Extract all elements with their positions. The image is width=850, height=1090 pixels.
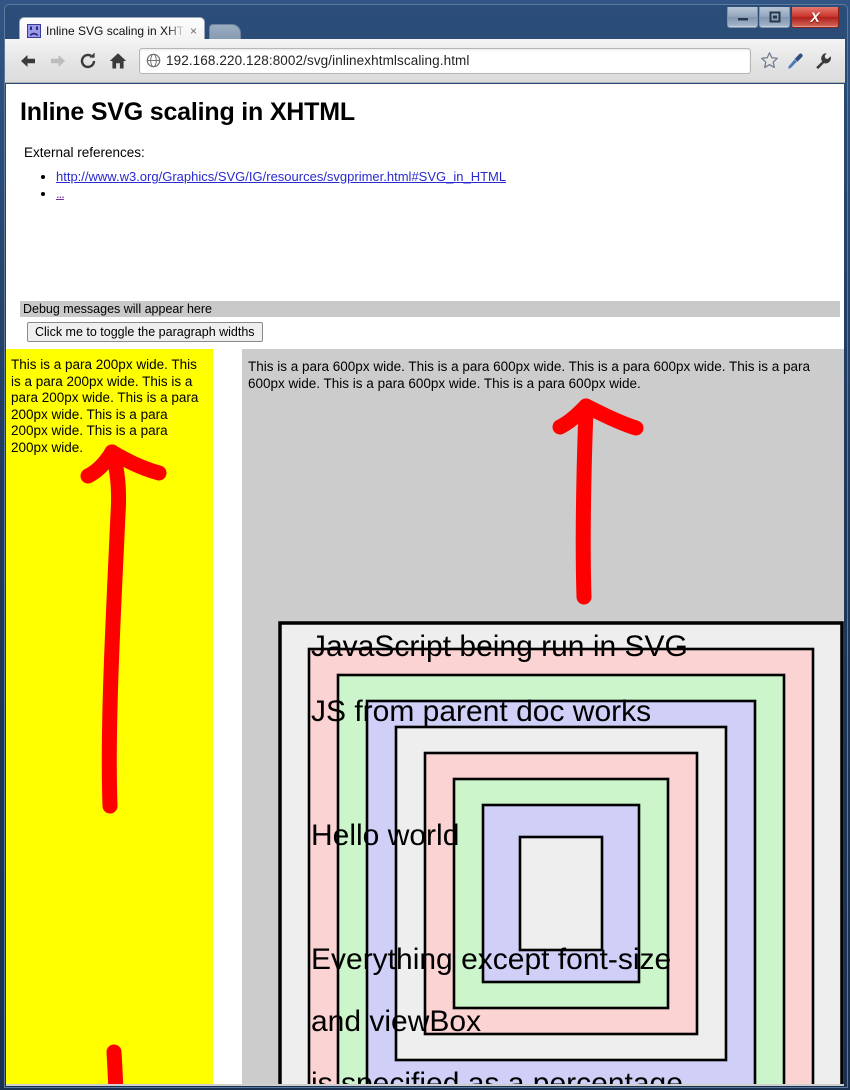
eyedropper-icon[interactable] bbox=[781, 47, 809, 75]
browser-window: X Inline SVG scaling in XHTML × bbox=[0, 0, 850, 1090]
svg-large-nested-rects: JavaScript being run in SVG JS from pare… bbox=[278, 621, 844, 1084]
document-body: Inline SVG scaling in XHTML External ref… bbox=[6, 84, 844, 1084]
browser-toolbar: 192.168.220.128:8002/svg/inlinexhtmlscal… bbox=[5, 39, 845, 83]
star-icon[interactable] bbox=[757, 49, 781, 73]
external-references-label: External references: bbox=[24, 145, 145, 160]
forward-arrow-icon[interactable] bbox=[43, 46, 73, 76]
globe-icon bbox=[146, 53, 161, 68]
left-column-200px: This is a para 200px wide. This is a par… bbox=[6, 349, 213, 1084]
home-icon[interactable] bbox=[103, 46, 133, 76]
close-button[interactable]: X bbox=[791, 7, 839, 28]
wrench-icon[interactable] bbox=[809, 47, 837, 75]
list-item: ... bbox=[56, 186, 844, 201]
reload-icon[interactable] bbox=[73, 46, 103, 76]
page-title: Inline SVG scaling in XHTML bbox=[20, 98, 355, 126]
paragraph-600px: This is a para 600px wide. This is a par… bbox=[248, 359, 811, 391]
sad-face-favicon bbox=[27, 24, 41, 38]
window-bottom-edge bbox=[6, 1084, 844, 1086]
url-text: 192.168.220.128:8002/svg/inlinexhtmlscal… bbox=[166, 53, 470, 68]
svg-text:is specified as a percentage: is specified as a percentage bbox=[311, 1067, 683, 1084]
list-item: http://www.w3.org/Graphics/SVG/IG/resour… bbox=[56, 169, 844, 184]
svg-text:Hello world: Hello world bbox=[311, 819, 459, 852]
minimize-button[interactable] bbox=[727, 7, 758, 28]
window-controls: X bbox=[726, 7, 839, 29]
tab-title: Inline SVG scaling in XHTML bbox=[46, 24, 185, 38]
toggle-paragraph-widths-button[interactable]: Click me to toggle the paragraph widths bbox=[27, 322, 263, 342]
page-viewport[interactable]: Inline SVG scaling in XHTML External ref… bbox=[6, 84, 844, 1084]
svg-text:and viewBox: and viewBox bbox=[311, 1005, 481, 1038]
svg-text:JS from parent doc works: JS from parent doc works bbox=[311, 695, 651, 728]
title-bar: X Inline SVG scaling in XHTML × bbox=[5, 5, 845, 44]
svg-text:Everything except font-size: Everything except font-size bbox=[311, 943, 671, 976]
paragraph-200px: This is a para 200px wide. This is a par… bbox=[11, 357, 207, 456]
svg-text:JavaScript being run in SVG: JavaScript being run in SVG bbox=[311, 630, 688, 663]
close-icon: X bbox=[810, 9, 820, 25]
reference-link-svgprimer[interactable]: http://www.w3.org/Graphics/SVG/IG/resour… bbox=[56, 169, 506, 184]
address-bar[interactable]: 192.168.220.128:8002/svg/inlinexhtmlscal… bbox=[139, 47, 751, 74]
maximize-button[interactable] bbox=[759, 7, 790, 28]
reference-list: http://www.w3.org/Graphics/SVG/IG/resour… bbox=[6, 169, 844, 201]
tab-close-icon[interactable]: × bbox=[187, 24, 200, 38]
back-arrow-icon[interactable] bbox=[13, 46, 43, 76]
debug-message-bar: Debug messages will appear here bbox=[20, 301, 840, 317]
reference-link-ellipsis[interactable]: ... bbox=[56, 186, 65, 201]
